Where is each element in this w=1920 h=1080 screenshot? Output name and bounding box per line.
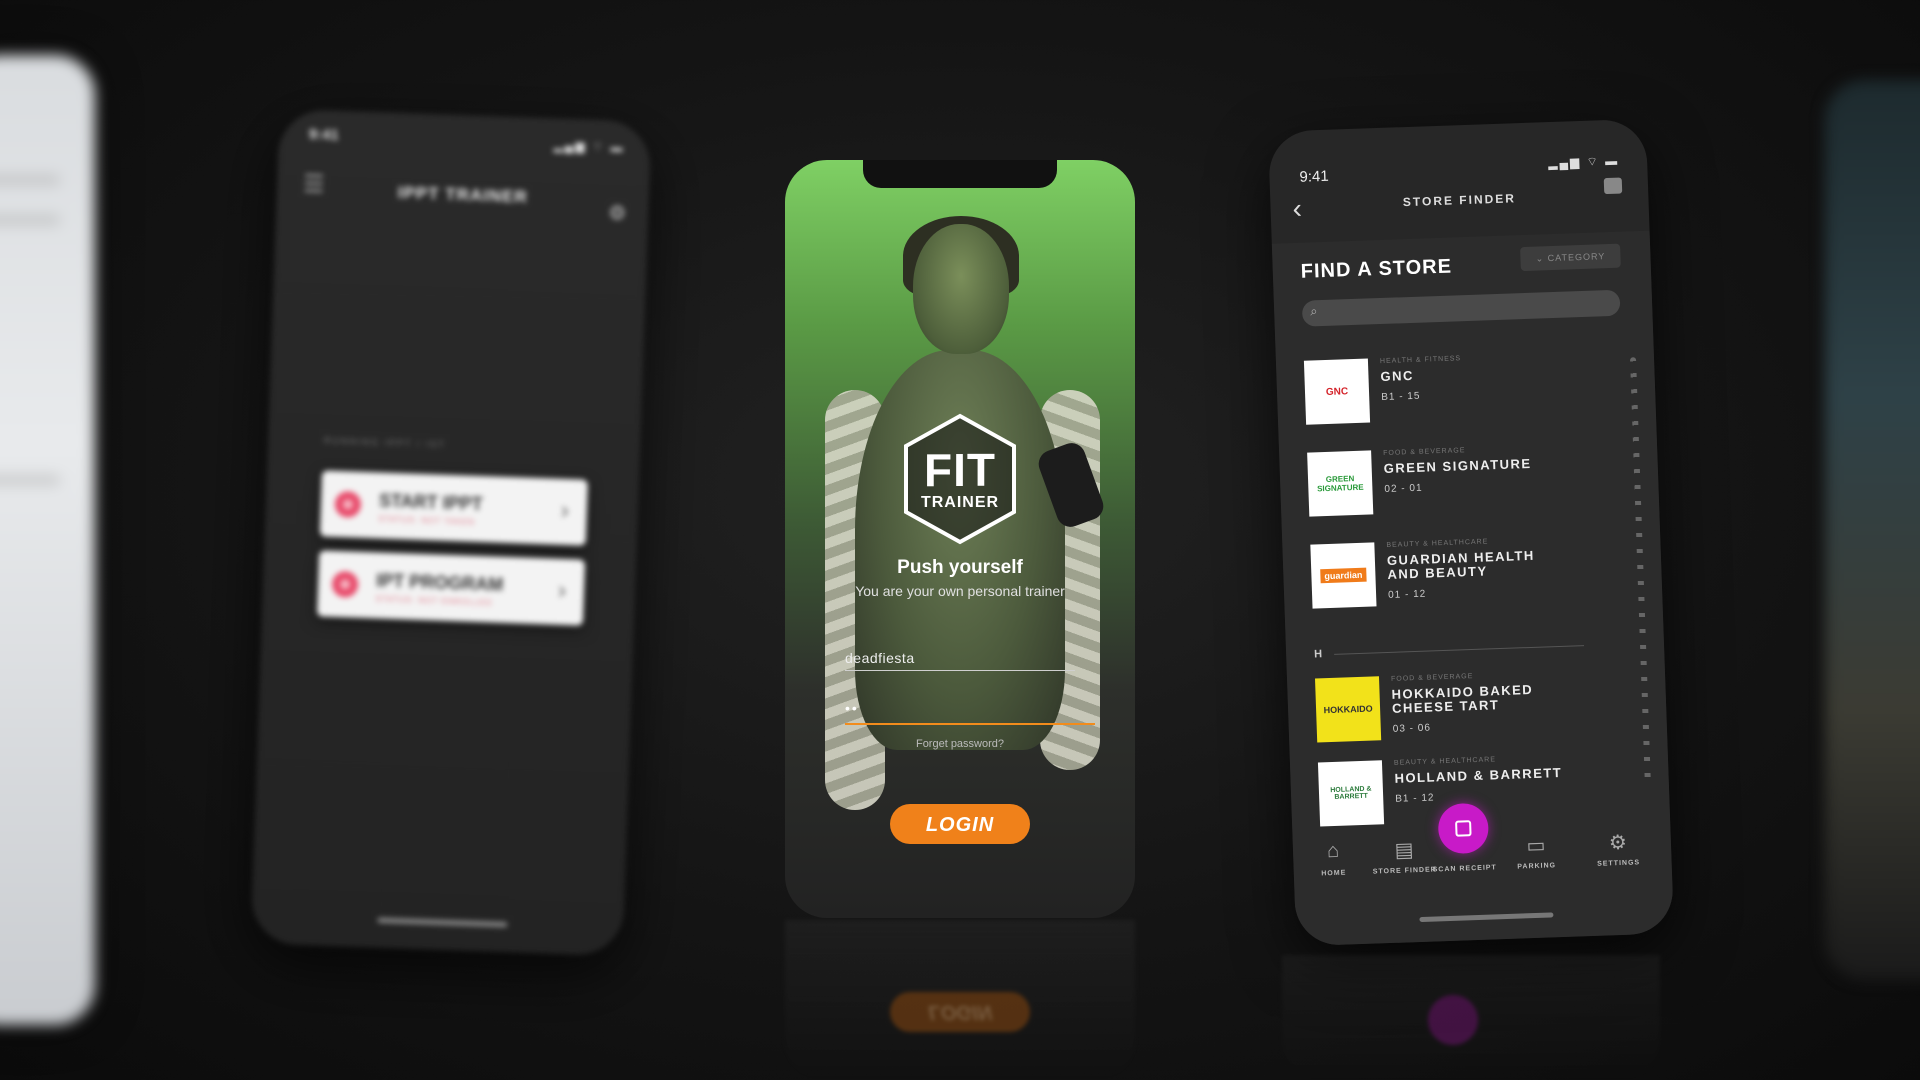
- login-button[interactable]: LOGIN: [890, 804, 1030, 844]
- forgot-password-link[interactable]: Forget password?: [785, 738, 1135, 750]
- tab-parking[interactable]: ▭ PARKING: [1501, 832, 1572, 871]
- tab-label: PARKING: [1517, 862, 1557, 871]
- screen-title: STORE FINDER: [1402, 191, 1517, 210]
- guardian-logo-text: guardian: [1320, 567, 1367, 584]
- logo-text-fit: FIT: [924, 444, 996, 496]
- store-name: GUARDIAN HEALTH AND BEAUTY: [1386, 547, 1536, 582]
- search-icon: ⌕: [1309, 303, 1318, 319]
- username-field[interactable]: deadfiesta: [845, 650, 915, 666]
- store-unit: B1 - 15: [1381, 390, 1421, 404]
- bottom-tab-bar: ⌂ HOME ▤ STORE FINDER SCAN RECEIPT ▭ PAR…: [1293, 828, 1673, 911]
- store-icon: ▤: [1394, 839, 1414, 862]
- card-subtitle: STATUS: NOT TAKEN: [378, 514, 476, 527]
- fit-trainer-phone: FIT TRAINER Push yourself You are your o…: [785, 160, 1135, 918]
- card-subtitle: STATUS: NOT ENROLLED: [375, 594, 493, 608]
- status-icons: ▂▄▆ ⌔ ▬: [1547, 153, 1620, 171]
- cart-icon[interactable]: [1603, 177, 1623, 195]
- home-icon: ⌂: [1326, 839, 1340, 863]
- section-label: RUNNING IPPT / IST: [323, 435, 447, 450]
- gear-icon: ⚙: [1608, 831, 1628, 855]
- background-phone-left: [0, 55, 95, 1025]
- status-time: 9:41: [1299, 167, 1329, 186]
- gear-icon[interactable]: ⚙: [608, 200, 627, 226]
- athlete-body: [855, 350, 1065, 750]
- store-list-item[interactable]: guardian BEAUTY & HEALTHCARE GUARDIAN HE…: [1310, 533, 1632, 618]
- store-list-item[interactable]: GNC HEALTH & FITNESS GNC B1 - 15: [1303, 350, 1626, 435]
- chevron-right-icon: ›: [560, 496, 570, 525]
- ipt-program-card[interactable]: IPT PROGRAM STATUS: NOT ENROLLED ›: [316, 550, 586, 626]
- scan-receipt-reflection: [1428, 995, 1478, 1045]
- subheadline: You are your own personal trainer: [855, 583, 1065, 599]
- center-phone-reflection: LOGIN: [785, 920, 1135, 1080]
- home-indicator: [377, 917, 508, 928]
- tab-home[interactable]: ⌂ HOME: [1298, 839, 1369, 878]
- card-title: START IPPT: [378, 490, 484, 515]
- car-icon: ▭: [1526, 834, 1546, 858]
- status-icons: ▂▄▆ ⌔ ▬: [553, 138, 625, 155]
- store-name: GREEN SIGNATURE: [1383, 455, 1532, 477]
- phone-notch: [863, 160, 1057, 188]
- store-category: FOOD & BEVERAGE: [1390, 673, 1474, 683]
- ippt-trainer-phone: 9:41 ▂▄▆ ⌔ ▬ ☰ IPPT TRAINER ⚙ RUNNING IP…: [250, 108, 652, 957]
- store-logo: HOKKAIDO: [1315, 676, 1382, 743]
- store-list-item[interactable]: HOKKAIDO FOOD & BEVERAGE HOKKAIDO BAKED …: [1315, 667, 1637, 752]
- tab-label: SETTINGS: [1597, 859, 1641, 868]
- store-logo: GREEN SIGNATURE: [1307, 450, 1374, 517]
- password-underline: [845, 723, 1095, 725]
- store-unit: 02 - 01: [1384, 482, 1423, 495]
- run-icon: [334, 490, 362, 518]
- store-logo: guardian: [1310, 542, 1377, 609]
- username-underline: [845, 670, 1075, 671]
- tab-scan-receipt[interactable]: SCAN RECEIPT: [1430, 864, 1500, 873]
- background-phone-right: [1825, 80, 1920, 980]
- store-finder-phone: 9:41 ▂▄▆ ⌔ ▬ ‹ STORE FINDER FIND A STORE…: [1267, 118, 1675, 947]
- card-title: IPT PROGRAM: [375, 570, 504, 595]
- store-unit: 03 - 06: [1392, 722, 1432, 735]
- right-phone-reflection: [1282, 955, 1660, 1080]
- category-filter-button[interactable]: ⌄ CATEGORY: [1520, 243, 1621, 272]
- app-title: IPPT TRAINER: [397, 182, 529, 207]
- headline: Push yourself: [897, 557, 1023, 578]
- tab-label: HOME: [1321, 869, 1347, 878]
- chevron-right-icon: ›: [557, 576, 567, 605]
- store-name: GNC: [1380, 367, 1415, 385]
- tab-settings[interactable]: ⚙ SETTINGS: [1582, 829, 1653, 868]
- section-letter: H: [1313, 648, 1323, 661]
- store-logo: GNC: [1303, 358, 1371, 425]
- store-logo: HOLLAND & BARRETT: [1317, 760, 1385, 827]
- store-category: HEALTH & FITNESS: [1379, 355, 1462, 366]
- store-name: HOKKAIDO BAKED CHEESE TART: [1391, 681, 1534, 716]
- store-category: FOOD & BEVERAGE: [1383, 447, 1466, 458]
- athlete-head: [913, 224, 1009, 354]
- status-time: 9:41: [308, 125, 340, 144]
- start-ippt-card[interactable]: START IPPT STATUS: NOT TAKEN ›: [319, 470, 588, 546]
- logo-text-trainer: TRAINER: [920, 494, 1000, 511]
- store-name: HOLLAND & BARRETT: [1394, 764, 1563, 786]
- tab-label: SCAN RECEIPT: [1432, 864, 1497, 874]
- login-button-reflection: LOGIN: [890, 992, 1030, 1032]
- store-unit: B1 - 12: [1395, 792, 1435, 805]
- program-icon: [331, 570, 359, 598]
- store-unit: 01 - 12: [1387, 588, 1427, 601]
- store-list-item[interactable]: GREEN SIGNATURE FOOD & BEVERAGE GREEN SI…: [1307, 442, 1629, 527]
- password-field[interactable]: ••: [845, 700, 859, 716]
